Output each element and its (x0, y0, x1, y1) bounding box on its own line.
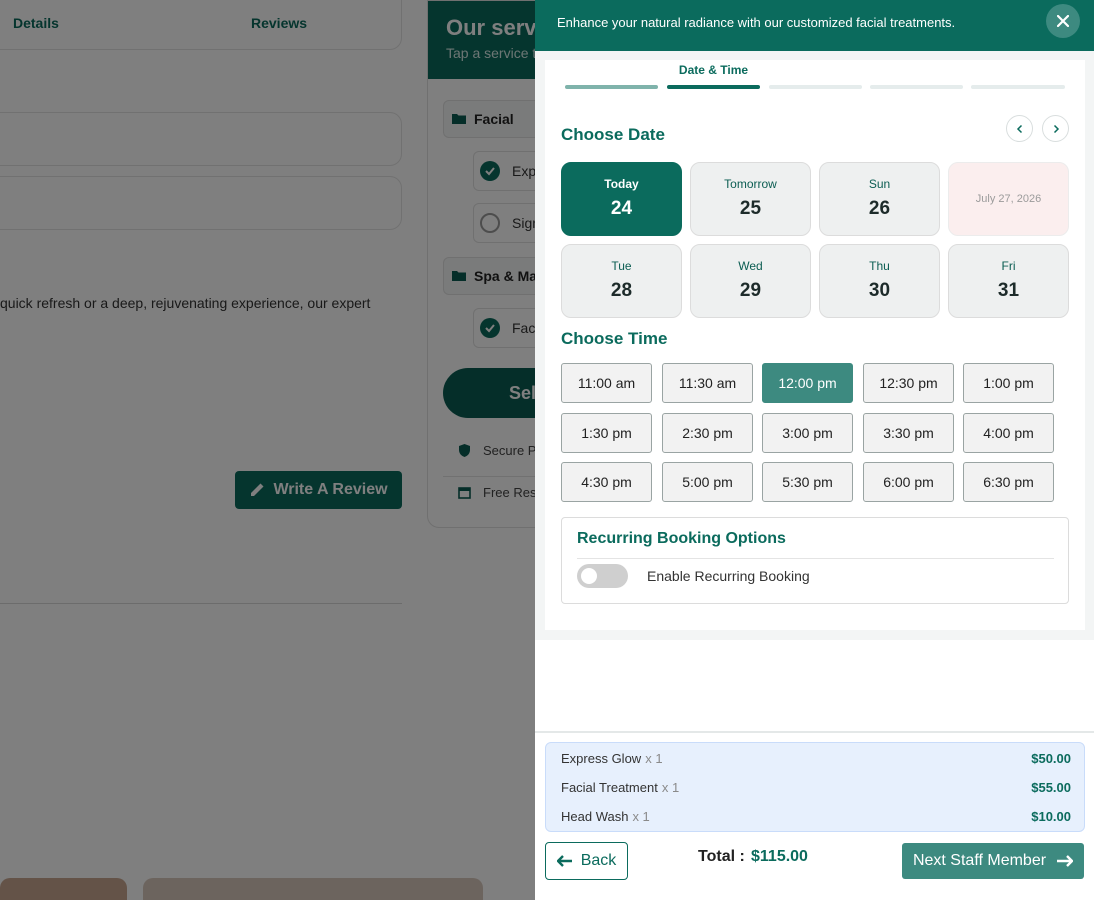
step-bar-2[interactable] (667, 85, 760, 89)
time-slot[interactable]: 5:30 pm (762, 462, 853, 502)
time-slot[interactable]: 11:00 am (561, 363, 652, 403)
date-time-panel: Date & Time Choose Date Today 24 Tomorro… (545, 60, 1085, 630)
close-icon (1057, 15, 1069, 27)
back-button-label: Back (580, 852, 617, 869)
date-day-number: 30 (868, 280, 891, 301)
summary-item-qty: x 1 (645, 750, 663, 766)
time-slot[interactable]: 1:30 pm (561, 413, 652, 453)
date-day-number: 24 (610, 198, 633, 219)
date-day-number: 29 (739, 280, 762, 301)
date-card-wed[interactable]: Wed 29 (690, 244, 811, 318)
chevron-left-icon (1016, 124, 1022, 133)
time-slot[interactable]: 1:00 pm (963, 363, 1054, 403)
summary-item: Facial Treatment x 1 (561, 780, 679, 795)
total-value: $115.00 (751, 848, 808, 865)
step-bar-4[interactable] (870, 85, 963, 89)
date-day-name: Sun (868, 177, 891, 191)
summary-item-name: Facial Treatment (561, 779, 658, 795)
time-slot[interactable]: 3:00 pm (762, 413, 853, 453)
date-card-tue[interactable]: Tue 28 (561, 244, 682, 318)
next-button-label: Next Staff Member (912, 852, 1047, 869)
divider (577, 558, 1054, 559)
arrow-left-icon (556, 855, 572, 867)
drawer-header-text: Enhance your natural radiance with our c… (557, 15, 956, 30)
date-day-name: Tomorrow (724, 177, 777, 191)
step-bar-5[interactable] (971, 85, 1065, 89)
booking-summary: Express Glow x 1 $50.00 Facial Treatment x… (545, 742, 1085, 832)
time-slot[interactable]: 6:00 pm (863, 462, 954, 502)
date-card-unavailable: July 27, 2026 (948, 162, 1069, 236)
step-label-active: Date & Time (678, 63, 749, 77)
close-button[interactable] (1046, 4, 1080, 38)
toggle-knob (581, 568, 597, 584)
time-slot[interactable]: 11:30 am (662, 363, 753, 403)
date-full-label: July 27, 2026 (975, 193, 1042, 205)
summary-item: Express Glow x 1 (561, 751, 663, 766)
divider (535, 731, 1094, 733)
time-slot-selected[interactable]: 12:00 pm (762, 363, 853, 403)
summary-row: Facial Treatment x 1 $55.00 (561, 777, 1071, 797)
date-day-name: Wed (738, 259, 763, 273)
date-card-thu[interactable]: Thu 30 (819, 244, 940, 318)
next-staff-member-button[interactable]: Next Staff Member (902, 843, 1084, 879)
recurring-toggle[interactable] (577, 564, 628, 588)
summary-item-qty: x 1 (661, 779, 680, 795)
summary-item-name: Head Wash (561, 808, 629, 824)
drawer-header: Enhance your natural radiance with our c… (535, 0, 1094, 51)
summary-row: Express Glow x 1 $50.00 (561, 748, 1071, 768)
back-button[interactable]: Back (545, 842, 628, 880)
total-label: Total : (698, 848, 745, 865)
time-slot[interactable]: 4:00 pm (963, 413, 1054, 453)
summary-item: Head Wash x 1 (561, 809, 650, 824)
time-slot[interactable]: 3:30 pm (863, 413, 954, 453)
date-card-today[interactable]: Today 24 (561, 162, 682, 236)
date-card-tomorrow[interactable]: Tomorrow 25 (690, 162, 811, 236)
recurring-options: Recurring Booking Options Enable Recurri… (561, 517, 1069, 604)
step-bar-3[interactable] (769, 85, 862, 89)
arrow-right-icon (1057, 855, 1074, 867)
chevron-right-icon (1053, 124, 1059, 133)
next-dates-button[interactable] (1042, 115, 1069, 142)
time-slot[interactable]: 2:30 pm (662, 413, 753, 453)
date-day-number: 26 (868, 198, 891, 219)
summary-item-price: $10.00 (1031, 808, 1071, 824)
summary-item-qty: x 1 (632, 808, 650, 824)
prev-dates-button[interactable] (1006, 115, 1033, 142)
time-slot[interactable]: 4:30 pm (561, 462, 652, 502)
date-card-fri[interactable]: Fri 31 (948, 244, 1069, 318)
time-slot[interactable]: 5:00 pm (662, 462, 753, 502)
date-day-name: Fri (1001, 259, 1016, 273)
summary-row: Head Wash x 1 $10.00 (561, 806, 1071, 826)
date-day-number: 28 (610, 280, 633, 301)
date-day-name: Tue (611, 259, 632, 273)
choose-date-title: Choose Date (561, 125, 665, 144)
summary-item-name: Express Glow (561, 750, 642, 766)
date-day-number: 31 (997, 280, 1020, 301)
booking-drawer: Enhance your natural radiance with our c… (535, 0, 1094, 900)
time-slot[interactable]: 6:30 pm (963, 462, 1054, 502)
choose-time-title: Choose Time (561, 329, 668, 348)
date-day-name: Thu (869, 259, 890, 273)
recurring-toggle-label: Enable Recurring Booking (647, 568, 810, 584)
date-card-sun[interactable]: Sun 26 (819, 162, 940, 236)
time-slot[interactable]: 12:30 pm (863, 363, 954, 403)
summary-item-price: $55.00 (1031, 779, 1071, 795)
step-bar-1[interactable] (565, 85, 658, 89)
recurring-title: Recurring Booking Options (577, 530, 786, 547)
step-progress: Date & Time (545, 60, 1085, 92)
date-day-name: Today (604, 177, 639, 191)
summary-item-price: $50.00 (1031, 750, 1071, 766)
date-day-number: 25 (739, 198, 762, 219)
